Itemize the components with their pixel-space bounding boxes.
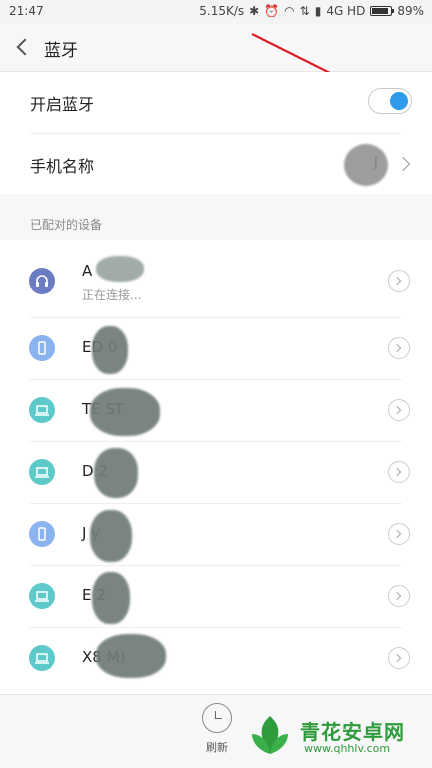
device-details-button[interactable] (388, 523, 410, 545)
phone-name-label: 手机名称 (30, 157, 95, 176)
redaction-blur (90, 388, 160, 436)
app-header: 蓝牙 (0, 24, 432, 72)
redaction-blur (92, 326, 128, 374)
device-details-button[interactable] (388, 399, 410, 421)
device-name: A (82, 262, 93, 280)
bluetooth-toggle-label: 开启蓝牙 (30, 95, 95, 114)
redaction-blur (96, 634, 166, 678)
phone-name-row[interactable]: 手机名称 J (0, 134, 432, 194)
watermark-text: 青花安卓网 (300, 720, 405, 744)
redaction-blur (96, 256, 144, 282)
device-details-button[interactable] (388, 337, 410, 359)
list-item[interactable]: A 正在连接... (0, 246, 432, 316)
laptop-icon (29, 583, 55, 609)
wifi-icon: ◠ (284, 4, 295, 18)
data-transfer-icon: ⇅ (299, 4, 310, 18)
bluetooth-toggle-row[interactable]: 开启蓝牙 (0, 72, 432, 132)
status-time: 21:47 (9, 4, 44, 18)
device-details-button[interactable] (388, 585, 410, 607)
toggle-knob (390, 92, 408, 110)
bluetooth-toggle-switch[interactable] (368, 88, 412, 114)
battery-percent: 89% (397, 4, 424, 18)
bluetooth-settings-card: 开启蓝牙 手机名称 J (0, 72, 432, 194)
device-details-button[interactable] (388, 270, 410, 292)
refresh-icon (202, 703, 232, 733)
paired-devices-label: 已配对的设备 (30, 218, 103, 232)
laptop-icon (29, 459, 55, 485)
list-item[interactable]: X8 M) (0, 628, 432, 690)
refresh-label: 刷新 (206, 741, 228, 754)
list-item[interactable]: E 2 (0, 566, 432, 628)
watermark: 青花安卓网 www.qhhlv.com (244, 710, 424, 762)
list-item[interactable]: D 2 (0, 442, 432, 504)
device-details-button[interactable] (388, 647, 410, 669)
phone-icon (29, 521, 55, 547)
network-speed: 5.15K/s (199, 4, 245, 18)
refresh-button[interactable]: 刷新 (199, 703, 235, 763)
redaction-blur (94, 448, 138, 498)
laptop-icon (29, 397, 55, 423)
bluetooth-status-icon: ✱ (249, 4, 260, 18)
signal-icon: ▮ (314, 4, 322, 18)
status-bar: 21:47 5.15K/s ✱ ⏰ ◠ ⇅ ▮ 4G HD 89% (0, 0, 432, 24)
watermark-logo-icon (252, 716, 288, 754)
battery-fill (372, 8, 389, 14)
redaction-blur (344, 144, 388, 186)
device-details-button[interactable] (388, 461, 410, 483)
paired-device-list: A 正在连接... ED 0 TE ST D 2 J y (0, 240, 432, 694)
watermark-url: www.qhhlv.com (304, 742, 391, 755)
page-title: 蓝牙 (44, 41, 78, 61)
redaction-blur (92, 572, 130, 624)
alarm-icon: ⏰ (264, 4, 280, 18)
battery-icon (370, 6, 395, 16)
list-item[interactable]: J y (0, 504, 432, 566)
headset-icon (29, 268, 55, 294)
redaction-blur (90, 510, 132, 562)
status-icons: 5.15K/s ✱ ⏰ ◠ ⇅ ▮ 4G HD 89% (199, 4, 424, 18)
list-item[interactable]: ED 0 (0, 318, 432, 380)
laptop-icon (29, 645, 55, 671)
back-button[interactable] (13, 36, 35, 58)
list-item[interactable]: TE ST (0, 380, 432, 442)
phone-icon (29, 335, 55, 361)
device-status: 正在连接... (82, 288, 142, 302)
chevron-right-icon (395, 156, 411, 172)
paired-devices-header: 已配对的设备 (0, 204, 432, 244)
network-type: 4G HD (326, 4, 366, 18)
